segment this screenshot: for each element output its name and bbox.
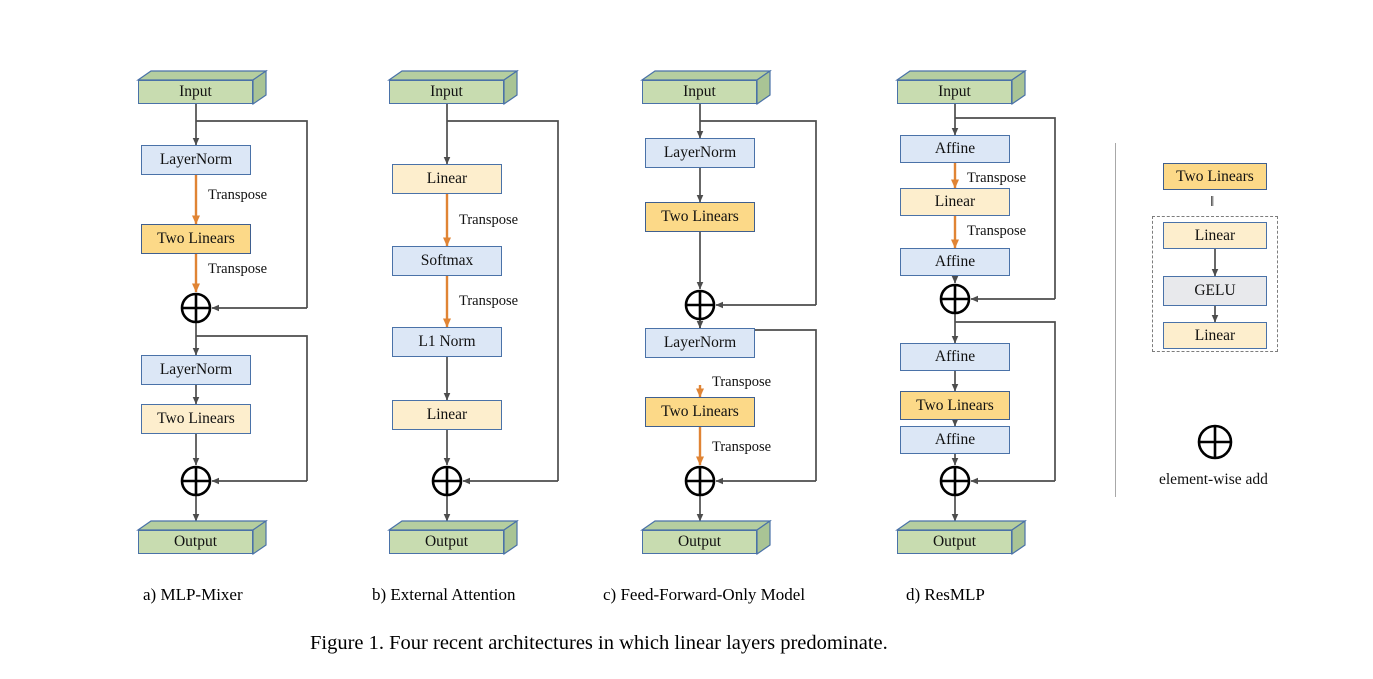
edge-label-d-transpose-2: Transpose [967, 223, 1027, 239]
figure-root: Input LayerNorm Transpose Two Linears Tr… [0, 0, 1373, 679]
node-a-output-label: Output [138, 530, 253, 554]
element-wise-add-d1 [939, 283, 971, 315]
node-d-output[interactable]: Output [895, 519, 1027, 556]
node-d-input[interactable]: Input [895, 69, 1027, 106]
node-c-output[interactable]: Output [640, 519, 772, 556]
node-c-layernorm-1[interactable]: LayerNorm [645, 138, 755, 168]
node-d-output-label: Output [897, 530, 1012, 554]
node-d-input-label: Input [897, 80, 1012, 104]
column-caption-b: b) External Attention [372, 585, 516, 604]
node-b-softmax[interactable]: Softmax [392, 246, 502, 276]
edge-label-b-transpose-1: Transpose [459, 212, 519, 228]
node-c-two-linears-1[interactable]: Two Linears [645, 202, 755, 232]
node-c-output-label: Output [642, 530, 757, 554]
node-d-two-linears[interactable]: Two Linears [900, 391, 1010, 420]
edge-label-a-transpose-2: Transpose [208, 261, 268, 277]
column-caption-c: c) Feed-Forward-Only Model [603, 585, 806, 604]
legend-equals-symbol: ‖ [1210, 194, 1215, 210]
node-b-linear-1[interactable]: Linear [392, 164, 502, 194]
node-b-output[interactable]: Output [387, 519, 519, 556]
node-b-input-label: Input [389, 80, 504, 104]
legend-linear-2[interactable]: Linear [1163, 322, 1267, 349]
node-c-two-linears-2[interactable]: Two Linears [645, 397, 755, 427]
element-wise-add-c2 [684, 465, 716, 497]
node-a-two-linears-1[interactable]: Two Linears [141, 224, 251, 254]
node-a-input[interactable]: Input [136, 69, 268, 106]
node-b-input[interactable]: Input [387, 69, 519, 106]
node-a-output[interactable]: Output [136, 519, 268, 556]
node-b-output-label: Output [389, 530, 504, 554]
edge-label-d-transpose-1: Transpose [967, 170, 1027, 186]
node-d-affine-2[interactable]: Affine [900, 248, 1010, 276]
edge-label-c-transpose-1: Transpose [712, 374, 772, 390]
legend-element-wise-add-icon [1197, 424, 1233, 460]
node-b-linear-2[interactable]: Linear [392, 400, 502, 430]
node-d-affine-3[interactable]: Affine [900, 343, 1010, 371]
node-a-layernorm-2[interactable]: LayerNorm [141, 355, 251, 385]
node-d-affine-4[interactable]: Affine [900, 426, 1010, 454]
node-a-two-linears-2[interactable]: Two Linears [141, 404, 251, 434]
node-d-linear-1[interactable]: Linear [900, 188, 1010, 216]
node-d-affine-1[interactable]: Affine [900, 135, 1010, 163]
column-caption-d: d) ResMLP [906, 585, 985, 604]
element-wise-add-d2 [939, 465, 971, 497]
node-c-input[interactable]: Input [640, 69, 772, 106]
legend-add-caption: element-wise add [1159, 471, 1268, 488]
edge-label-c-transpose-2: Transpose [712, 439, 772, 455]
legend-divider [1115, 143, 1117, 497]
legend-gelu[interactable]: GELU [1163, 276, 1267, 306]
edge-label-b-transpose-2: Transpose [459, 293, 519, 309]
element-wise-add-a1 [180, 292, 212, 324]
node-a-input-label: Input [138, 80, 253, 104]
edge-label-a-transpose-1: Transpose [208, 187, 268, 203]
node-b-l1-norm[interactable]: L1 Norm [392, 327, 502, 357]
node-c-input-label: Input [642, 80, 757, 104]
legend-two-linears-box[interactable]: Two Linears [1163, 163, 1267, 190]
legend-linear-1[interactable]: Linear [1163, 222, 1267, 249]
element-wise-add-a2 [180, 465, 212, 497]
figure-caption: Figure 1. Four recent architectures in w… [310, 632, 888, 654]
element-wise-add-c1 [684, 289, 716, 321]
element-wise-add-b1 [431, 465, 463, 497]
column-caption-a: a) MLP-Mixer [143, 585, 243, 604]
node-c-layernorm-2[interactable]: LayerNorm [645, 328, 755, 358]
node-a-layernorm-1[interactable]: LayerNorm [141, 145, 251, 175]
